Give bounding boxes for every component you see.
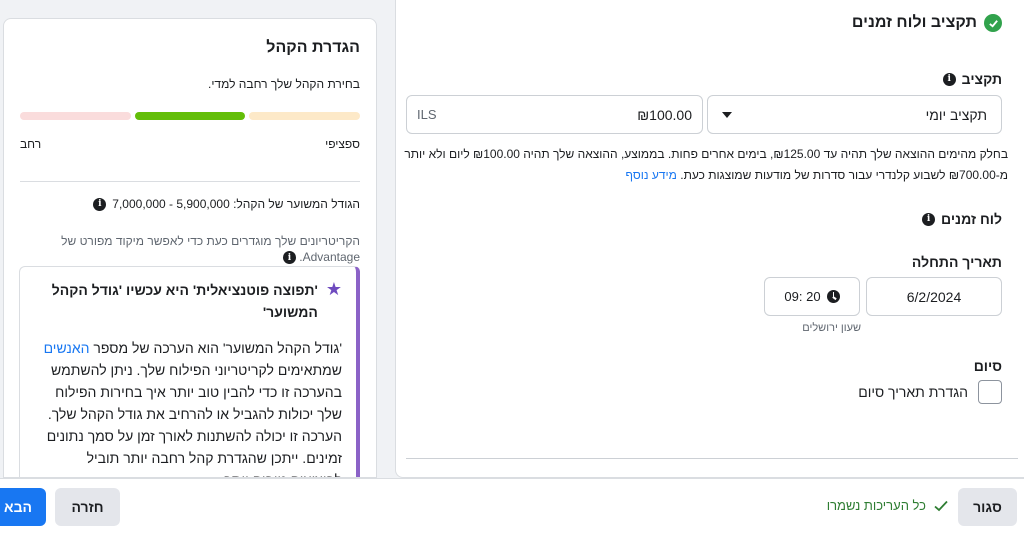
- clock-icon: [826, 290, 840, 303]
- info-icon[interactable]: i: [93, 197, 107, 211]
- notice-header: ★ 'תפוצה פוטנציאלית' היא עכשיו 'גודל הקה…: [34, 279, 342, 323]
- meter-segment-specific: [249, 112, 360, 120]
- budget-label-row: תקציב i: [942, 71, 1002, 87]
- end-date-checkbox[interactable]: [978, 380, 1002, 404]
- meter-labels: ספציפי רחב: [20, 137, 360, 151]
- budget-amount-input[interactable]: ₪100.00 ILS: [406, 95, 703, 134]
- budget-row: תקציב יומי ₪100.00 ILS: [406, 95, 1002, 134]
- caret-down-icon: [722, 111, 732, 118]
- budget-amount-value: ₪100.00: [637, 106, 692, 123]
- end-date-checkbox-label: הגדרת תאריך סיום: [858, 384, 968, 400]
- saved-status-text: כל העריכות נשמרו: [826, 498, 926, 513]
- schedule-label: לוח זמנים: [941, 211, 1002, 227]
- budget-schedule-panel: תקציב ולוח זמנים תקציב i תקציב יומי ₪100…: [395, 0, 1024, 478]
- end-date-option: הגדרת תאריך סיום: [858, 380, 1002, 404]
- audience-definition-panel: הגדרת הקהל בחירת הקהל שלך רחבה למדי. ספצ…: [3, 18, 377, 478]
- divider: [406, 458, 1018, 459]
- start-time-value: 20 :09: [784, 289, 821, 304]
- budget-label: תקציב: [961, 71, 1002, 87]
- next-button[interactable]: הבא: [0, 488, 46, 526]
- footer-bar: סגור כל העריכות נשמרו חזרה הבא: [0, 478, 1024, 533]
- estimated-size-text: הגודל המשוער של הקהל: 5,900,000 - 7,000,…: [112, 197, 360, 211]
- budget-description: בחלק מהימים ההוצאה שלך תהיה עד ₪125.00, …: [404, 144, 1008, 186]
- check-circle-icon: [984, 14, 1002, 32]
- budget-type-dropdown[interactable]: תקציב יומי: [707, 95, 1002, 134]
- section-header: תקציב ולוח זמנים: [852, 14, 1002, 32]
- more-info-link[interactable]: מידע נוסף: [626, 168, 677, 182]
- meter-label-specific: ספציפי: [325, 137, 360, 151]
- notice-body: 'גודל הקהל המשוער' הוא הערכה של מספר האנ…: [34, 337, 342, 477]
- info-icon[interactable]: i: [922, 212, 936, 226]
- meter-segment-broad: [19, 112, 131, 120]
- start-date-label: תאריך התחלה: [911, 254, 1002, 270]
- divider: [20, 181, 360, 182]
- info-icon[interactable]: i: [942, 72, 956, 86]
- audience-notice: ★ 'תפוצה פוטנציאלית' היא עכשיו 'גודל הקה…: [19, 266, 360, 477]
- criteria-text: הקריטריונים שלך מוגדרים כעת כדי לאפשר מי…: [61, 234, 360, 264]
- info-icon[interactable]: i: [282, 251, 296, 265]
- back-button[interactable]: חזרה: [55, 488, 120, 526]
- notice-body-part-1: 'גודל הקהל המשוער' הוא הערכה של מספר: [89, 340, 342, 356]
- meter-label-broad: רחב: [20, 137, 42, 151]
- star-icon: ★: [325, 279, 342, 299]
- audience-criteria: הקריטריונים שלך מוגדרים כעת כדי לאפשר מי…: [15, 233, 360, 265]
- currency-label: ILS: [417, 107, 437, 122]
- timezone-label: שעון ירושלים: [802, 322, 861, 334]
- start-date-input[interactable]: 6/2/2024: [866, 277, 1002, 316]
- start-date-value: 6/2/2024: [906, 288, 962, 305]
- meter-segment-active: [134, 112, 246, 120]
- budget-type-value: תקציב יומי: [925, 106, 987, 123]
- notice-body-part-2: שמתאימים לקריטריוני הפילוח שלך. ניתן להש…: [46, 362, 342, 477]
- audience-title: הגדרת הקהל: [266, 39, 360, 56]
- budget-description-text: בחלק מהימים ההוצאה שלך תהיה עד ₪125.00, …: [404, 147, 1008, 182]
- close-button[interactable]: סגור: [958, 488, 1017, 526]
- end-label: סיום: [973, 358, 1002, 374]
- audience-subtitle: בחירת הקהל שלך רחבה למדי.: [207, 77, 360, 91]
- audience-meter: [19, 112, 360, 120]
- start-time-input[interactable]: 20 :09: [764, 277, 860, 316]
- checkmark-icon: [934, 500, 948, 511]
- notice-title: 'תפוצה פוטנציאלית' היא עכשיו 'גודל הקהל …: [51, 282, 318, 320]
- estimated-audience-size: הגודל המשוער של הקהל: 5,900,000 - 7,000,…: [93, 197, 360, 211]
- schedule-label-row: לוח זמנים i: [922, 211, 1002, 227]
- section-title: תקציב ולוח זמנים: [851, 14, 977, 31]
- people-link[interactable]: האנשים: [44, 340, 90, 356]
- saved-status: כל העריכות נשמרו: [827, 498, 948, 513]
